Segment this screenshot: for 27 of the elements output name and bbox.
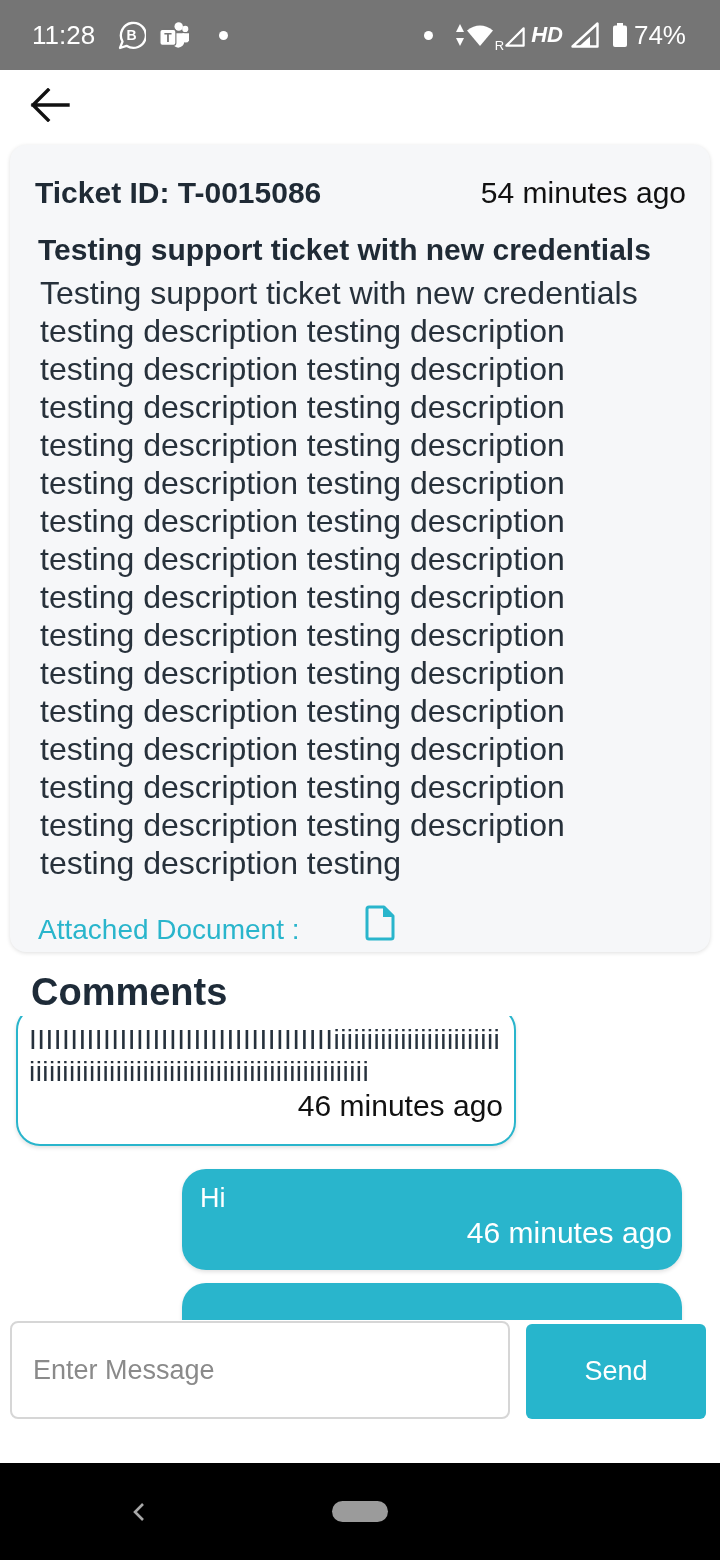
notification-dot-icon <box>219 30 229 40</box>
data-arrows-icon <box>455 24 464 46</box>
network-type-label: HD <box>531 22 563 48</box>
attachment-label: Attached Document : <box>38 914 300 946</box>
notification-dot-icon <box>423 30 433 40</box>
battery-percent: 74% <box>633 19 686 51</box>
signal-icon <box>505 27 526 47</box>
message-text: Hi <box>200 1182 227 1215</box>
comments-heading: Comments <box>30 970 229 1014</box>
send-button[interactable]: Send <box>526 1324 706 1419</box>
ticket-description: Testing support ticket with new credentials testing description testing description testing description testing description testing description testing description testing description testing description testing description testing description testing description testing description testing description testing description testing description testing description testing description testing description testing description testing description testing description testing description testing description testing description testing description testing description testing description testing description testing description testing <box>40 274 639 882</box>
message-time: 46 minutes ago <box>296 1088 503 1124</box>
wifi-icon <box>466 24 493 46</box>
back-arrow-icon[interactable] <box>30 88 70 122</box>
signal-icon <box>570 22 599 48</box>
ticket-age: 54 minutes ago <box>480 176 686 210</box>
home-pill-icon[interactable] <box>332 1501 388 1522</box>
ticket-title: Testing support ticket with new credentials <box>38 232 652 268</box>
battery-icon <box>612 23 627 47</box>
ticket-id: Ticket ID: T-0015086 <box>35 176 322 210</box>
message-time: 46 minutes ago <box>465 1215 672 1251</box>
chat-bubble-letter-icon: B <box>116 20 147 50</box>
status-time: 11:28 <box>32 19 96 51</box>
message-input[interactable]: Enter Message <box>10 1321 510 1419</box>
message-text: IIIIIIIIIIIIIIIIIIIIIIIIIIIIIIIIIIIIIiiiiiiiiiiiiiiiiiiiiiiiiiiiiiiiiiiiiiiiiiiiiiiiiiiiiiiiiiiiiiiiiiiiiiiiiiiii <box>29 1024 502 1088</box>
back-icon[interactable] <box>133 1501 145 1522</box>
roaming-indicator: R <box>494 37 505 53</box>
